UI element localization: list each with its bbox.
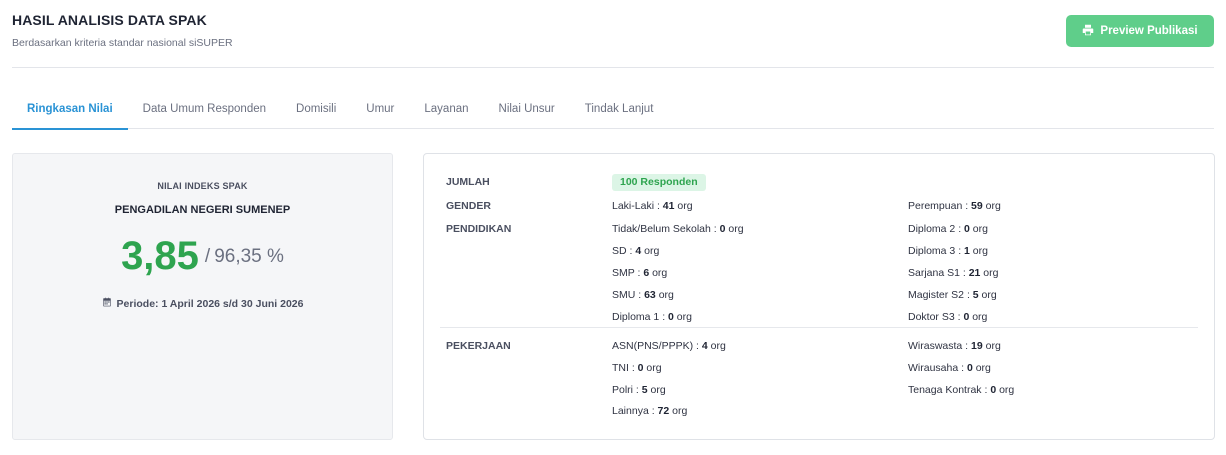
preview-publikasi-label: Preview Publikasi: [1100, 25, 1198, 37]
page-subtitle: Berdasarkan kriteria standar nasional si…: [12, 37, 233, 49]
respondent-count-badge: 100 Responden: [612, 174, 706, 191]
tab-umur[interactable]: Umur: [351, 93, 409, 129]
education-item: Sarjana S1 : 21 org: [908, 267, 999, 279]
tab-nilai-unsur[interactable]: Nilai Unsur: [484, 93, 570, 129]
occupation-item: Tenaga Kontrak : 0 org: [908, 384, 1015, 396]
tab-tindak-lanjut[interactable]: Tindak Lanjut: [570, 93, 669, 129]
education-item: SMU : 63 org: [612, 289, 674, 301]
summary-card: NILAI INDEKS SPAK PENGADILAN NEGERI SUME…: [12, 153, 393, 440]
gender-item: Laki-Laki : 41 org: [612, 200, 693, 212]
education-item: SMP : 6 org: [612, 267, 668, 279]
section-divider: [440, 327, 1198, 328]
index-score: 3,85: [121, 234, 199, 278]
education-item: Doktor S3 : 0 org: [908, 311, 988, 323]
period-row: Periode: 1 April 2026 s/d 30 Juni 2026: [13, 297, 392, 310]
education-item: Magister S2 : 5 org: [908, 289, 997, 301]
occupation-item: Wirausaha : 0 org: [908, 362, 991, 374]
score-row: 3,85/96,35 %: [13, 234, 392, 279]
page-title: HASIL ANALISIS DATA SPAK: [12, 12, 207, 28]
pekerjaan-label: PEKERJAAN: [446, 340, 511, 352]
organization-name: PENGADILAN NEGERI SUMENEP: [114, 204, 291, 216]
tab-data-umum-responden[interactable]: Data Umum Responden: [128, 93, 281, 129]
index-percentage: 96,35 %: [214, 245, 284, 267]
occupation-item: ASN(PNS/PPPK) : 4 org: [612, 340, 726, 352]
education-item: Diploma 3 : 1 org: [908, 245, 988, 257]
respondent-details-card: JUMLAH 100 Responden GENDER Laki-Laki : …: [423, 153, 1215, 440]
header-divider: [12, 67, 1214, 68]
gender-item: Perempuan : 59 org: [908, 200, 1001, 212]
education-item: Diploma 2 : 0 org: [908, 223, 988, 235]
education-item: Tidak/Belum Sekolah : 0 org: [612, 223, 744, 235]
occupation-item: Wiraswasta : 19 org: [908, 340, 1001, 352]
page-header: HASIL ANALISIS DATA SPAK Berdasarkan kri…: [12, 10, 1214, 68]
tab-ringkasan-nilai[interactable]: Ringkasan Nilai: [12, 93, 128, 130]
tab-layanan[interactable]: Layanan: [409, 93, 483, 129]
occupation-item: Polri : 5 org: [612, 384, 666, 396]
pendidikan-label: PENDIDIKAN: [446, 223, 512, 235]
jumlah-label: JUMLAH: [446, 176, 490, 188]
education-item: SD : 4 org: [612, 245, 660, 257]
tab-domisili[interactable]: Domisili: [281, 93, 351, 129]
occupation-item: Lainnya : 72 org: [612, 405, 688, 417]
occupation-item: TNI : 0 org: [612, 362, 662, 374]
score-separator: /: [204, 245, 211, 267]
gender-label: GENDER: [446, 200, 491, 212]
calendar-icon: [102, 297, 112, 310]
index-label: NILAI INDEKS SPAK: [157, 181, 248, 191]
period-text: Periode: 1 April 2026 s/d 30 Juni 2026: [116, 297, 304, 310]
preview-publikasi-button[interactable]: Preview Publikasi: [1066, 15, 1214, 47]
tab-bar: Ringkasan Nilai Data Umum Responden Domi…: [12, 93, 1214, 130]
education-item: Diploma 1 : 0 org: [612, 311, 692, 323]
printer-icon: [1082, 24, 1094, 39]
